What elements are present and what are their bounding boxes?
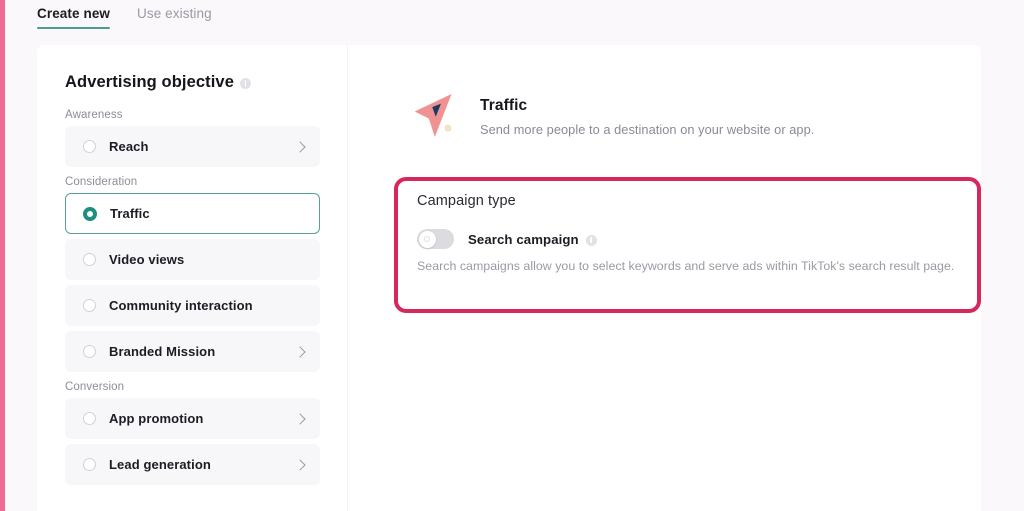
page-edge-stripe <box>0 0 5 511</box>
campaign-type-card: Campaign type Search campaign Search cam… <box>394 177 981 313</box>
objective-title: Traffic <box>480 97 814 115</box>
radio-traffic[interactable] <box>83 207 97 221</box>
search-campaign-label: Search campaign <box>468 232 579 247</box>
search-campaign-toggle[interactable] <box>417 229 454 249</box>
content-card: Advertising objective Awareness Reach Co… <box>37 45 981 511</box>
sidebar-item-traffic-label: Traffic <box>110 206 150 221</box>
chevron-right-icon[interactable] <box>294 141 305 152</box>
sidebar-item-community-interaction[interactable]: Community interaction <box>65 285 320 326</box>
sidebar-item-traffic[interactable]: Traffic <box>65 193 320 234</box>
radio-lead-generation[interactable] <box>83 458 96 471</box>
sidebar-item-lead-generation-label: Lead generation <box>109 457 211 472</box>
radio-branded-mission[interactable] <box>83 345 96 358</box>
objective-header: Traffic Send more people to a destinatio… <box>406 91 814 143</box>
tab-use-existing-label: Use existing <box>137 6 212 21</box>
sidebar-item-video-views[interactable]: Video views <box>65 239 320 280</box>
sidebar-item-reach[interactable]: Reach <box>65 126 320 167</box>
group-label-conversion: Conversion <box>65 381 348 393</box>
chevron-right-icon[interactable] <box>294 413 305 424</box>
objective-detail-panel: Traffic Send more people to a destinatio… <box>348 45 981 511</box>
sidebar-item-branded-mission-label: Branded Mission <box>109 344 215 359</box>
objective-header-text: Traffic Send more people to a destinatio… <box>480 91 814 137</box>
radio-community-interaction[interactable] <box>83 299 96 312</box>
tab-create-new[interactable]: Create new <box>37 6 110 29</box>
objective-list: Awareness Reach Consideration Traffic Vi… <box>37 105 348 490</box>
radio-video-views[interactable] <box>83 253 96 266</box>
sidebar-item-app-promotion[interactable]: App promotion <box>65 398 320 439</box>
page-root: Create new Use existing Advertising obje… <box>0 0 1024 511</box>
sidebar-item-app-promotion-label: App promotion <box>109 411 203 426</box>
chevron-right-icon[interactable] <box>294 346 305 357</box>
toggle-knob <box>419 231 436 248</box>
sidebar-item-lead-generation[interactable]: Lead generation <box>65 444 320 485</box>
campaign-type-title: Campaign type <box>417 193 516 209</box>
search-campaign-row: Search campaign <box>417 229 597 249</box>
objective-description: Send more people to a destination on you… <box>480 122 814 137</box>
radio-app-promotion[interactable] <box>83 412 96 425</box>
group-label-awareness: Awareness <box>65 109 348 121</box>
paper-plane-icon <box>406 87 462 143</box>
objective-sidebar: Advertising objective Awareness Reach Co… <box>37 45 348 511</box>
sidebar-item-video-views-label: Video views <box>109 252 184 267</box>
sidebar-item-community-interaction-label: Community interaction <box>109 298 253 313</box>
info-circle-icon[interactable] <box>586 235 597 246</box>
tab-create-new-label: Create new <box>37 6 110 21</box>
radio-reach[interactable] <box>83 140 96 153</box>
advertising-objective-label: Advertising objective <box>65 73 234 92</box>
chevron-right-icon[interactable] <box>294 459 305 470</box>
advertising-objective-heading: Advertising objective <box>65 73 251 92</box>
tab-bar: Create new Use existing <box>5 0 1024 45</box>
info-circle-icon[interactable] <box>240 78 251 89</box>
group-label-consideration: Consideration <box>65 176 348 188</box>
sidebar-item-reach-label: Reach <box>109 139 149 154</box>
sidebar-item-branded-mission[interactable]: Branded Mission <box>65 331 320 372</box>
search-campaign-description: Search campaigns allow you to select key… <box>417 259 954 273</box>
tab-use-existing[interactable]: Use existing <box>137 6 212 29</box>
